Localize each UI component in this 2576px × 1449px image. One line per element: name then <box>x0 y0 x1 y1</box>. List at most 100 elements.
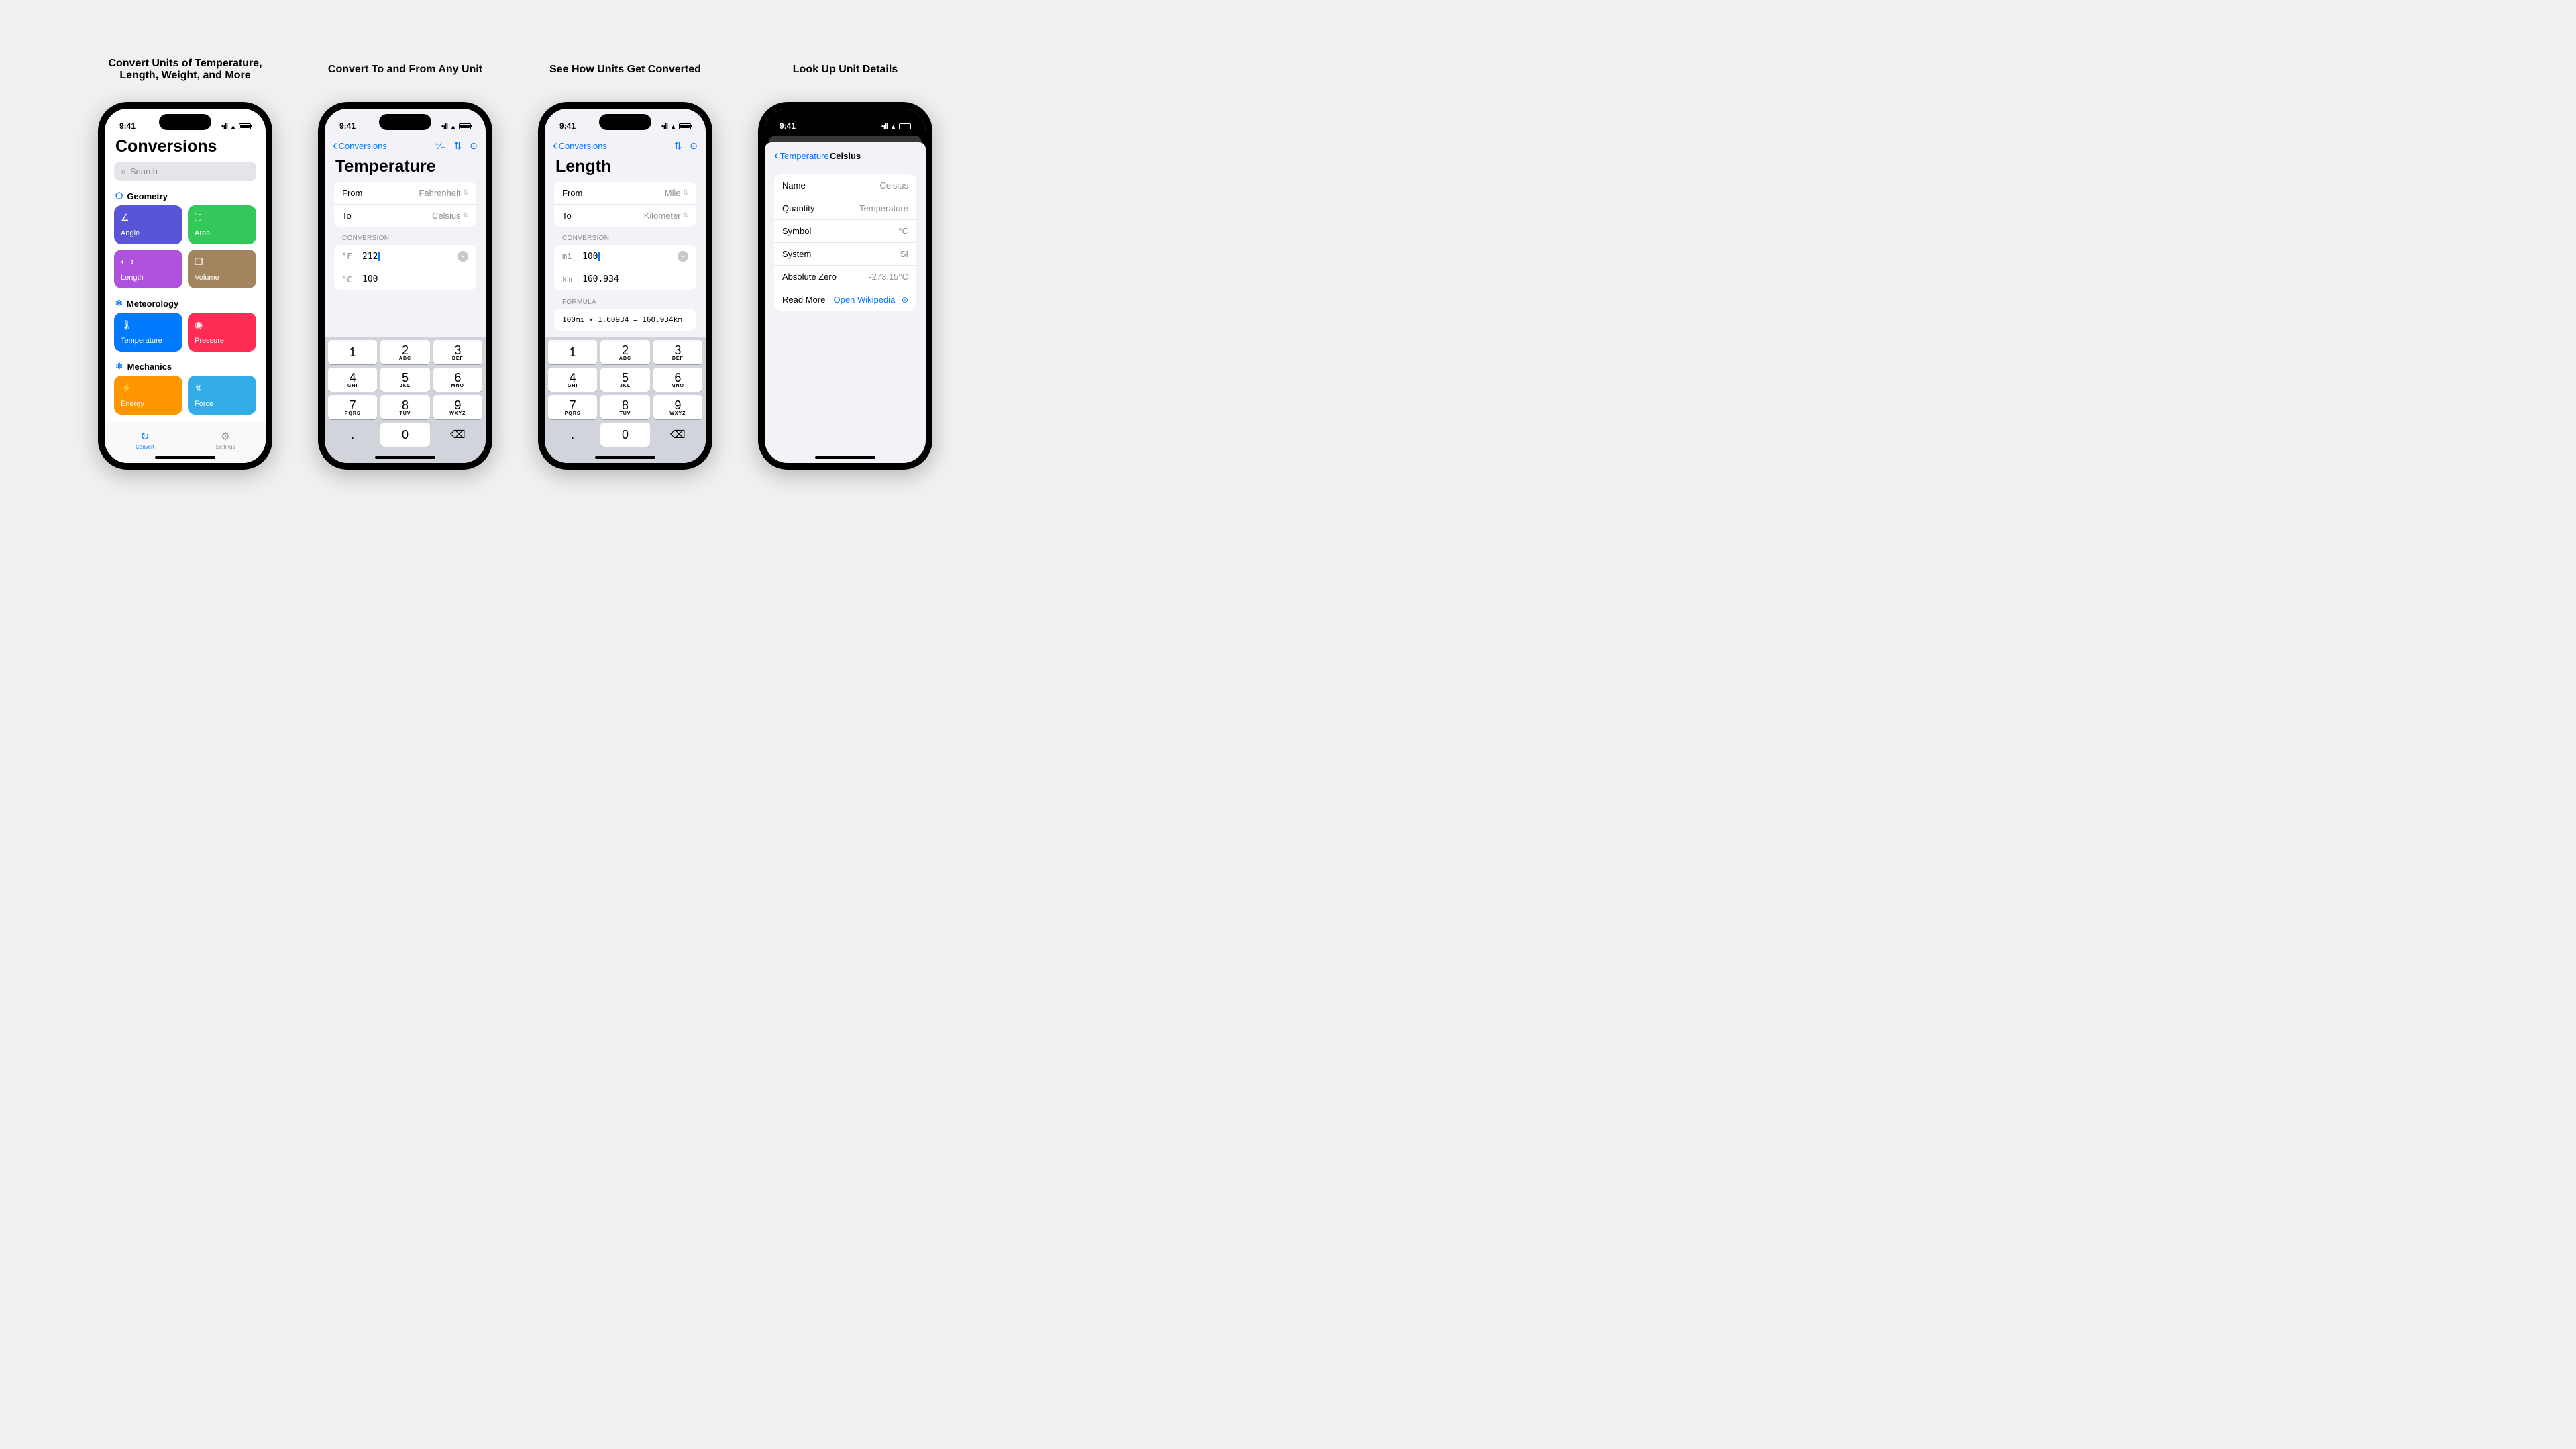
clear-button[interactable] <box>678 251 688 262</box>
home-indicator[interactable] <box>595 456 655 459</box>
swap-icon[interactable]: ⇅ <box>674 140 682 152</box>
tile-icon: ↯ <box>195 382 250 394</box>
phone-frame: 9:41 Conversions ⇅ ⊙ Len <box>538 102 712 470</box>
dynamic-island <box>159 114 211 130</box>
key-8[interactable]: 8TUV <box>600 395 649 419</box>
more-icon[interactable]: ⊙ <box>470 140 478 152</box>
key-9[interactable]: 9WXYZ <box>433 395 482 419</box>
back-button[interactable]: Temperature <box>774 149 829 162</box>
key-4[interactable]: 4GHI <box>328 368 377 392</box>
tile-area[interactable]: ⛶Area <box>188 205 256 244</box>
home-indicator[interactable] <box>375 456 435 459</box>
tile-temperature[interactable]: 🌡Temperature <box>114 313 182 352</box>
key-decimal[interactable]: . <box>328 423 377 447</box>
tile-icon: ∠ <box>121 212 176 223</box>
key-delete[interactable]: ⌫ <box>653 423 702 447</box>
back-button[interactable]: Conversions <box>553 139 607 152</box>
key-7[interactable]: 7PQRS <box>548 395 597 419</box>
key-6[interactable]: 6MNO <box>653 368 702 392</box>
nav-bar: Conversions ⁺∕₋ ⇅ ⊙ <box>325 136 486 156</box>
input-value-row[interactable]: °F 212 <box>334 245 476 268</box>
numeric-keypad: 12ABC3DEF 4GHI5JKL6MNO 7PQRS8TUV9WXYZ.0⌫ <box>545 337 706 463</box>
screenshot-col-2: Convert To and From Any Unit 9:41 Conver… <box>311 54 499 470</box>
cellular-signal-icon <box>661 121 667 131</box>
caption-3: See How Units Get Converted <box>549 54 701 86</box>
detail-row-absolute-zero: Absolute Zero-273.15°C <box>774 266 916 288</box>
key-3[interactable]: 3DEF <box>433 340 482 364</box>
key-1[interactable]: 1 <box>328 340 377 364</box>
tile-pressure[interactable]: ◉Pressure <box>188 313 256 352</box>
tile-icon: 🌡 <box>121 319 176 331</box>
home-indicator[interactable] <box>815 456 875 459</box>
dynamic-island <box>379 114 431 130</box>
more-icon[interactable]: ⊙ <box>690 140 698 152</box>
section-icon: ❄ <box>115 298 123 309</box>
key-delete[interactable]: ⌫ <box>433 423 482 447</box>
input-value-row[interactable]: mi 100 <box>554 245 696 268</box>
open-wikipedia-link[interactable]: Open Wikipedia <box>834 294 908 305</box>
key-6[interactable]: 6MNO <box>433 368 482 392</box>
from-unit-row[interactable]: From Fahrenheit <box>334 182 476 205</box>
plusminus-icon[interactable]: ⁺∕₋ <box>434 140 445 152</box>
convert-icon: ↻ <box>140 430 149 443</box>
caption-4: Look Up Unit Details <box>793 54 898 86</box>
battery-icon <box>679 123 691 129</box>
formula-section-label: FORMULA <box>545 299 706 309</box>
details-group: NameCelsiusQuantityTemperatureSymbol°CSy… <box>774 174 916 311</box>
tile-volume[interactable]: ❒Volume <box>188 250 256 288</box>
to-unit-row[interactable]: To Celsius <box>334 205 476 227</box>
key-2[interactable]: 2ABC <box>600 340 649 364</box>
key-0[interactable]: 0 <box>380 423 429 447</box>
detail-row-quantity: QuantityTemperature <box>774 197 916 220</box>
search-input[interactable]: Search <box>114 162 256 181</box>
page-title: Temperature <box>325 156 486 182</box>
back-button[interactable]: Conversions <box>333 139 387 152</box>
key-0[interactable]: 0 <box>600 423 649 447</box>
formula-text: 100mi × 1.60934 = 160.934km <box>554 309 696 331</box>
tile-icon: ◉ <box>195 319 250 331</box>
nav-actions: ⇅ ⊙ <box>674 140 698 152</box>
read-more-row[interactable]: Read MoreOpen Wikipedia <box>774 288 916 311</box>
screenshot-col-1: Convert Units of Temperature, Length, We… <box>91 54 279 470</box>
home-indicator[interactable] <box>155 456 215 459</box>
text-cursor <box>598 252 600 261</box>
key-decimal[interactable]: . <box>548 423 597 447</box>
swap-icon[interactable]: ⇅ <box>454 140 462 152</box>
key-4[interactable]: 4GHI <box>548 368 597 392</box>
status-indicators <box>221 121 251 131</box>
tile-grid: ⚡Energy↯Force <box>105 376 266 421</box>
caption-2: Convert To and From Any Unit <box>328 54 482 86</box>
tile-icon: ⟷ <box>121 256 176 268</box>
screen-temperature: 9:41 Conversions ⁺∕₋ ⇅ ⊙ <box>325 109 486 463</box>
output-value-row: km 160.934 <box>554 268 696 290</box>
key-3[interactable]: 3DEF <box>653 340 702 364</box>
screen-conversions: 9:41 Conversions Search ⬠Geometry∠Angle⛶… <box>105 109 266 463</box>
to-unit-row[interactable]: To Kilometer <box>554 205 696 227</box>
key-8[interactable]: 8TUV <box>380 395 429 419</box>
section-header-mechanics: ⚛Mechanics <box>105 358 266 376</box>
key-5[interactable]: 5JKL <box>380 368 429 392</box>
key-5[interactable]: 5JKL <box>600 368 649 392</box>
tile-length[interactable]: ⟷Length <box>114 250 182 288</box>
status-time: 9:41 <box>119 121 136 131</box>
tile-force[interactable]: ↯Force <box>188 376 256 415</box>
screen-length: 9:41 Conversions ⇅ ⊙ Len <box>545 109 706 463</box>
battery-icon <box>239 123 251 129</box>
tile-energy[interactable]: ⚡Energy <box>114 376 182 415</box>
from-unit-row[interactable]: From Mile <box>554 182 696 205</box>
tile-icon: ⚡ <box>121 382 176 394</box>
key-7[interactable]: 7PQRS <box>328 395 377 419</box>
tile-icon: ❒ <box>195 256 250 268</box>
clear-button[interactable] <box>458 251 468 262</box>
conversion-group: mi 100 km 160.934 <box>554 245 696 290</box>
key-9[interactable]: 9WXYZ <box>653 395 702 419</box>
section-icon: ⚛ <box>115 361 123 372</box>
tile-grid: 🌡Temperature◉Pressure <box>105 313 266 358</box>
screenshot-col-3: See How Units Get Converted 9:41 Convers… <box>531 54 719 470</box>
unit-picker-group: From Mile To Kilometer <box>554 182 696 227</box>
key-2[interactable]: 2ABC <box>380 340 429 364</box>
dynamic-island <box>599 114 651 130</box>
categories-scroll[interactable]: ⬠Geometry∠Angle⛶Area⟷Length❒Volume❄Meteo… <box>105 188 266 463</box>
tile-angle[interactable]: ∠Angle <box>114 205 182 244</box>
key-1[interactable]: 1 <box>548 340 597 364</box>
